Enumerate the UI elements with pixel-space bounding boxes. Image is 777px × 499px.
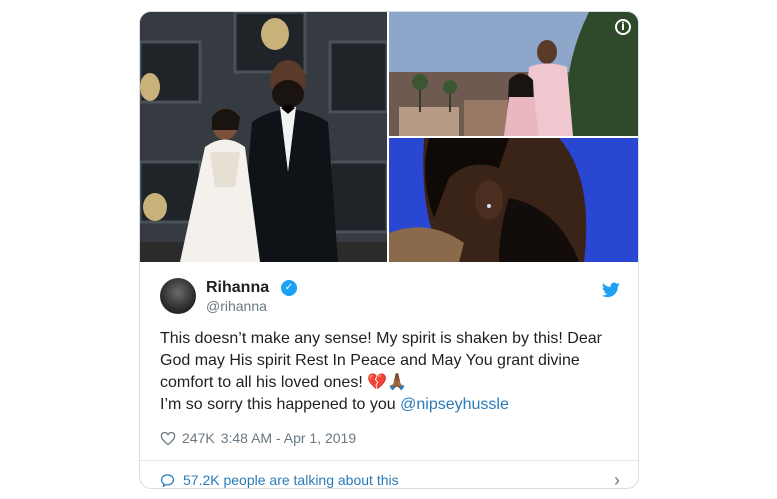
talking-count[interactable]: 57.2K people are talking about this (183, 472, 399, 488)
tweet-line-4: I’m so sorry this happened to you (160, 396, 396, 413)
twitter-bird-icon[interactable] (602, 282, 620, 298)
conversation-link[interactable]: 57.2K people are talking about this › (160, 470, 620, 488)
user-handle[interactable]: @rihanna (206, 298, 267, 314)
tweet-line-1: This doesn’t make any sense! My spirit i… (160, 330, 602, 347)
tweet-line-3: comfort to all his loved ones! (160, 374, 363, 391)
photo-red-carpet-art (140, 12, 387, 262)
timestamp-link[interactable]: 3:48 AM - Apr 1, 2019 (221, 430, 356, 446)
like-count[interactable]: 247K (182, 430, 215, 446)
avatar[interactable] (160, 278, 196, 314)
photo-red-carpet[interactable] (140, 12, 387, 262)
photo-profile-blue-art (389, 138, 638, 262)
tweet-media-grid: i (140, 12, 638, 262)
info-icon[interactable]: i (615, 19, 631, 35)
comment-bubble-icon (160, 473, 175, 487)
photo-profile-blue[interactable] (389, 138, 638, 262)
tweet-line-4-row: I’m so sorry this happened to you @nipse… (160, 394, 620, 416)
chevron-right-icon[interactable]: › (614, 470, 620, 488)
mention-link[interactable]: @nipseyhussle (400, 396, 509, 413)
tweet-meta: 247K 3:48 AM - Apr 1, 2019 (160, 430, 356, 446)
embedded-tweet-card[interactable]: i Rihanna ✓ @rihanna This doesn’t make a… (139, 11, 639, 489)
verified-badge-icon: ✓ (281, 280, 297, 296)
heart-icon[interactable] (160, 431, 176, 446)
display-name[interactable]: Rihanna (206, 279, 269, 297)
footer-divider (140, 460, 638, 461)
tweet-emoji: 💔🙏🏾 (367, 374, 408, 391)
tweet-line-2: God may His spirit Rest In Peace and May… (160, 352, 580, 369)
tweet-line-3-row: comfort to all his loved ones! 💔🙏🏾 (160, 372, 620, 394)
tweet-header: Rihanna ✓ @rihanna (160, 278, 620, 318)
tweet-text: This doesn’t make any sense! My spirit i… (160, 328, 620, 416)
photo-couple-outdoor-art (389, 12, 638, 136)
photo-couple-outdoor[interactable]: i (389, 12, 638, 136)
